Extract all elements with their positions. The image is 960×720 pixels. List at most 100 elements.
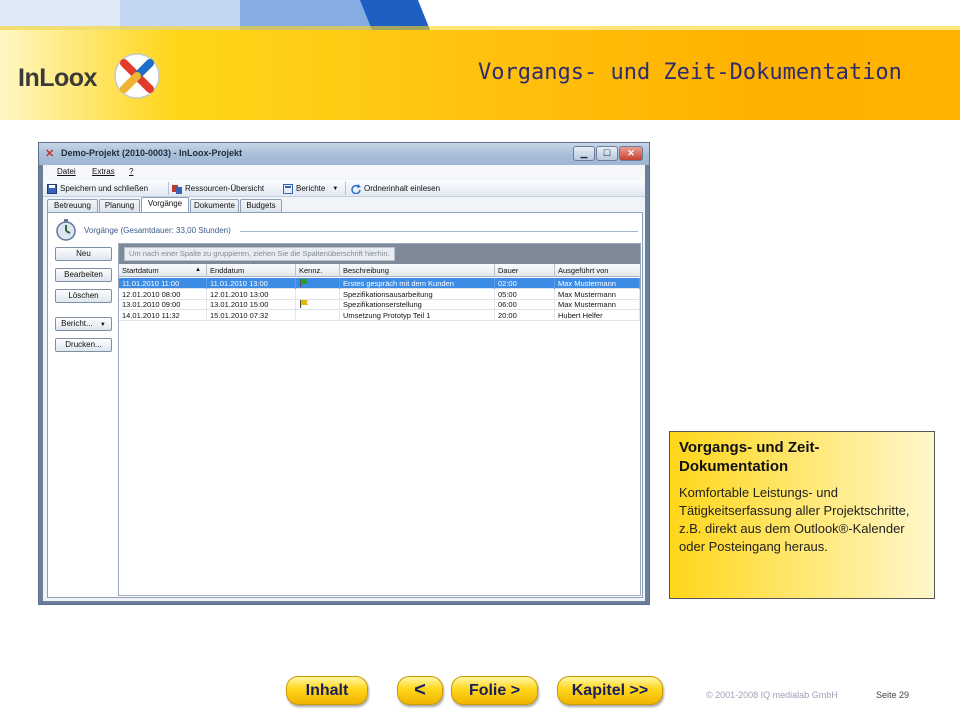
footer-copyright: © 2001-2008 IQ medialab GmbH xyxy=(706,690,838,700)
resources-overview-label: Ressourcen-Übersicht xyxy=(185,184,265,193)
cell-startdatum: 14.01.2010 11:32 xyxy=(119,309,207,321)
app-title: Demo-Projekt (2010-0003) - InLoox-Projek… xyxy=(61,148,243,158)
cell-ausgefuehrt-von: Hubert Helfer xyxy=(555,309,640,321)
green-flag-icon xyxy=(300,279,308,287)
tab-panel-vorgaenge: Vorgänge (Gesamtdauer: 33,00 Stunden) Ne… xyxy=(47,212,643,598)
cell-ausgefuehrt-von: Max Mustermann xyxy=(555,278,640,289)
cell-ausgefuehrt-von: Max Mustermann xyxy=(555,299,640,310)
save-icon xyxy=(47,183,57,194)
section-divider xyxy=(240,231,638,232)
cell-beschreibung: Spezifikationserstellung xyxy=(340,299,495,310)
nav-contents-button[interactable]: Inhalt xyxy=(286,676,368,705)
logo-text: InLoox xyxy=(18,64,97,92)
menu-datei[interactable]: Datei xyxy=(57,167,76,176)
table-row[interactable]: 14.01.2010 11:32 15.01.2010 07:32 Umsetzun… xyxy=(119,309,640,321)
cell-beschreibung: Umsetzung Prototyp Teil 1 xyxy=(340,309,495,321)
slide: InLoox Vorgangs- und Zeit-Dokumentation … xyxy=(0,0,960,720)
tab-budgets[interactable]: Budgets xyxy=(240,199,282,212)
sort-ascending-icon: ▲ xyxy=(195,267,201,273)
cell-startdatum: 11.01.2010 11:00 xyxy=(119,278,207,289)
column-header-startdatum[interactable]: Startdatum ▲ xyxy=(119,264,207,277)
cell-enddatum: 13.01.2010 15:00 xyxy=(207,299,296,310)
nav-next-chapter-button[interactable]: Kapitel >> xyxy=(557,676,663,705)
description-title: Vorgangs- und Zeit-Dokumentation xyxy=(679,439,820,475)
table-row[interactable]: 12.01.2010 08:00 12.01.2010 13:00 Spezifik… xyxy=(119,288,640,300)
chevron-down-icon: ▼ xyxy=(99,322,106,328)
cell-startdatum: 13.01.2010 09:00 xyxy=(119,299,207,310)
cell-enddatum: 11.01.2010 13:00 xyxy=(207,278,296,289)
tab-strip: Betreuung Planung Vorgänge Dokumente Bud… xyxy=(47,197,643,212)
group-by-panel[interactable]: Um nach einer Spalte zu gruppieren, zieh… xyxy=(119,244,640,264)
edit-button[interactable]: Bearbeiten xyxy=(55,268,112,282)
report-dropdown-button[interactable]: Bericht... ▼ xyxy=(55,317,112,331)
report-label: Bericht... xyxy=(61,319,93,328)
inloox-app-icon: ✕ xyxy=(45,148,55,160)
save-and-close-button[interactable]: Speichern und schließen xyxy=(47,182,148,195)
toolbar-separator xyxy=(345,182,346,195)
app-titlebar[interactable]: ✕ Demo-Projekt (2010-0003) - InLoox-Proj… xyxy=(39,143,649,165)
cell-dauer: 20:00 xyxy=(495,309,555,321)
app-client: Datei Extras ? Speichern und schließen R… xyxy=(43,165,645,601)
inloox-logo: InLoox xyxy=(18,52,168,102)
cell-kennz xyxy=(296,299,340,310)
cell-beschreibung: Spezifikationsausarbeitung xyxy=(340,288,495,300)
resources-overview-button[interactable]: Ressourcen-Übersicht xyxy=(172,182,264,195)
cell-kennz xyxy=(296,278,340,289)
table-row[interactable]: 11.01.2010 11:00 11.01.2010 13:00 Erstes g… xyxy=(119,278,640,289)
minimize-button[interactable]: ▁ xyxy=(573,146,595,161)
tab-planung[interactable]: Planung xyxy=(99,199,140,212)
yellow-flag-icon xyxy=(300,300,308,308)
group-by-hint: Um nach einer Spalte zu gruppieren, zieh… xyxy=(124,247,395,261)
column-header-enddatum[interactable]: Enddatum xyxy=(207,264,296,277)
cell-dauer: 02:00 xyxy=(495,278,555,289)
header-band: InLoox Vorgangs- und Zeit-Dokumentation xyxy=(0,0,960,120)
section-header: Vorgänge (Gesamtdauer: 33,00 Stunden) xyxy=(54,217,638,241)
footer-page-number: Seite 29 xyxy=(876,690,910,700)
nav-next-slide-button[interactable]: Folie > xyxy=(451,676,538,705)
cell-ausgefuehrt-von: Max Mustermann xyxy=(555,288,640,300)
column-header-ausgefuehrt-von[interactable]: Ausgeführt von xyxy=(555,264,640,277)
save-and-close-label: Speichern und schließen xyxy=(60,184,149,193)
delete-button[interactable]: Löschen xyxy=(55,289,112,303)
tasks-grid: Um nach einer Spalte zu gruppieren, zieh… xyxy=(118,243,641,596)
resources-icon xyxy=(172,184,182,194)
column-header-label: Startdatum xyxy=(122,266,159,275)
menubar: Datei Extras ? xyxy=(43,165,645,179)
column-header-kennz[interactable]: Kennz. xyxy=(296,264,340,277)
menu-extras[interactable]: Extras xyxy=(92,167,115,176)
read-folder-contents-button[interactable]: Ordnerinhalt einlesen xyxy=(351,182,440,195)
toolbar: Speichern und schließen Ressourcen-Übers… xyxy=(43,180,645,197)
cell-dauer: 06:00 xyxy=(495,299,555,310)
slide-title: Vorgangs- und Zeit-Dokumentation xyxy=(478,60,902,85)
tab-dokumente[interactable]: Dokumente xyxy=(190,199,239,212)
cell-enddatum: 12.01.2010 13:00 xyxy=(207,288,296,300)
tasks-stopwatch-icon xyxy=(56,219,76,241)
close-button[interactable]: ✕ xyxy=(619,146,643,161)
inloox-mark-icon xyxy=(114,53,160,99)
app-window: ✕ Demo-Projekt (2010-0003) - InLoox-Proj… xyxy=(38,142,650,605)
reports-icon xyxy=(283,183,293,194)
header-decoration xyxy=(0,0,960,30)
reports-button[interactable]: Berichte ▼ xyxy=(283,182,338,195)
cell-enddatum: 15.01.2010 07:32 xyxy=(207,309,296,321)
nav-previous-button[interactable]: < xyxy=(397,676,443,705)
description-body: Komfortable Leistungs- und Tätigkeitserf… xyxy=(679,485,910,554)
column-header-dauer[interactable]: Dauer xyxy=(495,264,555,277)
refresh-icon xyxy=(351,183,361,194)
maximize-button[interactable]: ☐ xyxy=(596,146,618,161)
tab-vorgaenge[interactable]: Vorgänge xyxy=(141,197,189,212)
cell-dauer: 05:00 xyxy=(495,288,555,300)
section-title: Vorgänge (Gesamtdauer: 33,00 Stunden) xyxy=(84,226,231,235)
menu-help[interactable]: ? xyxy=(129,167,133,176)
read-folder-contents-label: Ordnerinhalt einlesen xyxy=(364,184,441,193)
new-button[interactable]: Neu xyxy=(55,247,112,261)
table-row[interactable]: 13.01.2010 09:00 13.01.2010 15:00 Spezifik… xyxy=(119,299,640,310)
cell-kennz xyxy=(296,288,340,300)
cell-startdatum: 12.01.2010 08:00 xyxy=(119,288,207,300)
cell-beschreibung: Erstes gespräch mit dem Kunden xyxy=(340,278,495,289)
print-button[interactable]: Drucken... xyxy=(55,338,112,352)
toolbar-separator xyxy=(168,182,169,195)
column-header-beschreibung[interactable]: Beschreibung xyxy=(340,264,495,277)
tab-betreuung[interactable]: Betreuung xyxy=(47,199,98,212)
description-box: Vorgangs- und Zeit-Dokumentation Komfort… xyxy=(669,431,935,599)
